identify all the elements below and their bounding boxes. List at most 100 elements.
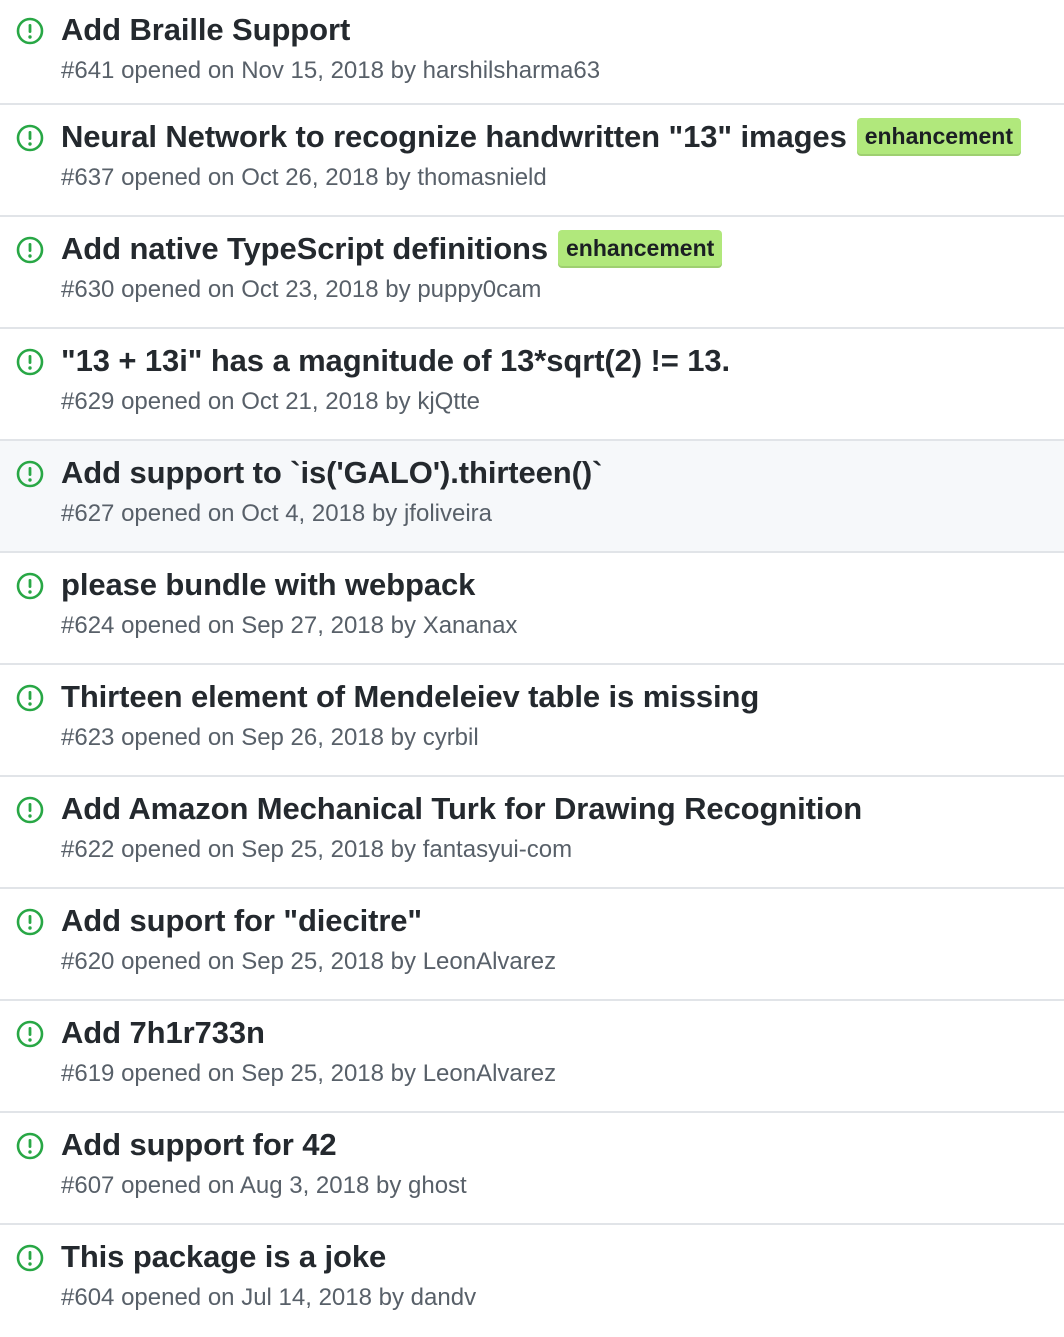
- issue-title-link[interactable]: Add Braille Support: [61, 10, 350, 50]
- issue-author-link[interactable]: ghost: [408, 1172, 467, 1199]
- issue-date: Oct 26, 2018: [241, 164, 379, 191]
- issue-author-link[interactable]: kjQtte: [417, 388, 480, 415]
- issue-title-line: Add support to `is('GALO').thirteen()`: [61, 453, 602, 493]
- issue-row[interactable]: This package is a joke #604 opened on Ju…: [0, 1225, 1064, 1337]
- issue-title-link[interactable]: please bundle with webpack: [61, 565, 475, 605]
- issue-date: Oct 21, 2018: [241, 388, 379, 415]
- issue-title-line: Neural Network to recognize handwritten …: [61, 117, 1021, 157]
- issue-title-link[interactable]: Add support to `is('GALO').thirteen()`: [61, 453, 602, 493]
- issue-author-link[interactable]: cyrbil: [423, 724, 479, 751]
- issue-author-link[interactable]: thomasnield: [417, 164, 546, 191]
- issue-title-link[interactable]: Add support for 42: [61, 1125, 337, 1165]
- label-enhancement[interactable]: enhancement: [856, 118, 1021, 156]
- issue-opened-icon: [16, 1020, 44, 1048]
- issue-title-line: Add 7h1r733n: [61, 1013, 265, 1053]
- issue-row[interactable]: Add suport for "diecitre" #620 opened on…: [0, 889, 1064, 1001]
- issue-opened-text: opened on: [121, 612, 235, 639]
- issue-date: Sep 25, 2018: [241, 948, 384, 975]
- issue-title-line: Add suport for "diecitre": [61, 901, 422, 941]
- issue-date: Nov 15, 2018: [241, 57, 384, 84]
- issue-row[interactable]: Add support to `is('GALO').thirteen()` #…: [0, 441, 1064, 553]
- issue-opened-icon: [16, 684, 44, 712]
- issue-list: Add Braille Support #641 opened on Nov 1…: [0, 0, 1064, 1337]
- issue-meta: #620 opened on Sep 25, 2018 by LeonAlvar…: [61, 947, 556, 977]
- issue-by-text: by: [390, 1060, 417, 1087]
- issue-author-link[interactable]: fantasyui-com: [423, 836, 572, 863]
- issue-number: #629: [61, 388, 115, 415]
- issue-meta: #637 opened on Oct 26, 2018 by thomasnie…: [61, 163, 547, 193]
- issue-by-text: by: [385, 164, 411, 191]
- issue-opened-text: opened on: [121, 1060, 235, 1087]
- issue-by-text: by: [378, 1284, 404, 1311]
- issue-row[interactable]: Add Amazon Mechanical Turk for Drawing R…: [0, 777, 1064, 889]
- issue-opened-icon: [16, 460, 44, 488]
- issue-by-text: by: [390, 948, 417, 975]
- issue-title-line: please bundle with webpack: [61, 565, 475, 605]
- issue-date: Aug 3, 2018: [239, 1172, 370, 1199]
- issue-by-text: by: [390, 57, 416, 84]
- issue-title-link[interactable]: This package is a joke: [61, 1237, 386, 1277]
- label-enhancement[interactable]: enhancement: [558, 230, 723, 268]
- issue-labels: enhancement: [548, 230, 723, 268]
- issue-date: Sep 25, 2018: [241, 836, 384, 863]
- issue-title-link[interactable]: Add native TypeScript definitions: [61, 229, 548, 269]
- issue-number: #623: [61, 724, 115, 751]
- issue-title-link[interactable]: Add 7h1r733n: [61, 1013, 265, 1053]
- issue-row[interactable]: Add Braille Support #641 opened on Nov 1…: [0, 0, 1064, 105]
- issue-by-text: by: [375, 1172, 402, 1199]
- issue-author-link[interactable]: dandv: [411, 1284, 476, 1311]
- issue-opened-text: opened on: [121, 57, 235, 84]
- issue-by-text: by: [371, 500, 398, 527]
- issue-meta: #641 opened on Nov 15, 2018 by harshilsh…: [61, 56, 600, 86]
- issue-by-text: by: [385, 388, 411, 415]
- issue-author-link[interactable]: Xananax: [423, 612, 518, 639]
- issue-opened-icon: [16, 572, 44, 600]
- issue-number: #622: [61, 836, 115, 863]
- issue-meta: #630 opened on Oct 23, 2018 by puppy0cam: [61, 275, 541, 305]
- issue-row[interactable]: Neural Network to recognize handwritten …: [0, 105, 1064, 217]
- issue-by-text: by: [385, 276, 411, 303]
- issue-labels: enhancement: [847, 118, 1021, 156]
- issue-title-line: Add support for 42: [61, 1125, 337, 1165]
- issue-author-link[interactable]: jfoliveira: [404, 500, 492, 527]
- issue-title-link[interactable]: Add Amazon Mechanical Turk for Drawing R…: [61, 789, 862, 829]
- issue-title-line: Add native TypeScript definitions enhanc…: [61, 229, 723, 269]
- issue-by-text: by: [390, 836, 417, 863]
- issue-author-link[interactable]: harshilsharma63: [423, 57, 600, 84]
- issue-opened-text: opened on: [121, 388, 235, 415]
- issue-opened-text: opened on: [121, 1284, 235, 1311]
- issue-opened-icon: [16, 796, 44, 824]
- issue-author-link[interactable]: LeonAlvarez: [423, 1060, 556, 1087]
- issue-number: #630: [61, 276, 115, 303]
- issue-number: #624: [61, 612, 115, 639]
- issue-opened-icon: [16, 17, 44, 45]
- issue-author-link[interactable]: puppy0cam: [417, 276, 541, 303]
- issue-author-link[interactable]: LeonAlvarez: [423, 948, 556, 975]
- issue-number: #604: [61, 1284, 115, 1311]
- issue-opened-icon: [16, 908, 44, 936]
- issue-meta: #629 opened on Oct 21, 2018 by kjQtte: [61, 387, 480, 417]
- issue-opened-text: opened on: [121, 164, 235, 191]
- issue-title-link[interactable]: "13 + 13i" has a magnitude of 13*sqrt(2)…: [61, 341, 730, 381]
- issue-row[interactable]: please bundle with webpack #624 opened o…: [0, 553, 1064, 665]
- issue-meta: #627 opened on Oct 4, 2018 by jfoliveira: [61, 499, 492, 529]
- issue-date: Sep 25, 2018: [241, 1060, 384, 1087]
- issue-title-line: This package is a joke: [61, 1237, 386, 1277]
- issue-meta: #624 opened on Sep 27, 2018 by Xananax: [61, 611, 517, 641]
- issue-row[interactable]: Add 7h1r733n #619 opened on Sep 25, 2018…: [0, 1001, 1064, 1113]
- issue-opened-icon: [16, 348, 44, 376]
- issue-by-text: by: [390, 612, 417, 639]
- issue-row[interactable]: Add support for 42 #607 opened on Aug 3,…: [0, 1113, 1064, 1225]
- issue-row[interactable]: Thirteen element of Mendeleiev table is …: [0, 665, 1064, 777]
- issue-row[interactable]: Add native TypeScript definitions enhanc…: [0, 217, 1064, 329]
- issue-row[interactable]: "13 + 13i" has a magnitude of 13*sqrt(2)…: [0, 329, 1064, 441]
- issue-date: Oct 4, 2018: [241, 500, 366, 527]
- issue-meta: #622 opened on Sep 25, 2018 by fantasyui…: [61, 835, 572, 865]
- issue-opened-text: opened on: [121, 1172, 235, 1199]
- issue-number: #637: [61, 164, 115, 191]
- issue-date: Sep 26, 2018: [241, 724, 384, 751]
- issue-title-link[interactable]: Thirteen element of Mendeleiev table is …: [61, 677, 759, 717]
- issue-title-link[interactable]: Add suport for "diecitre": [61, 901, 422, 941]
- issue-title-link[interactable]: Neural Network to recognize handwritten …: [61, 117, 847, 157]
- issue-title-line: Add Braille Support: [61, 10, 350, 50]
